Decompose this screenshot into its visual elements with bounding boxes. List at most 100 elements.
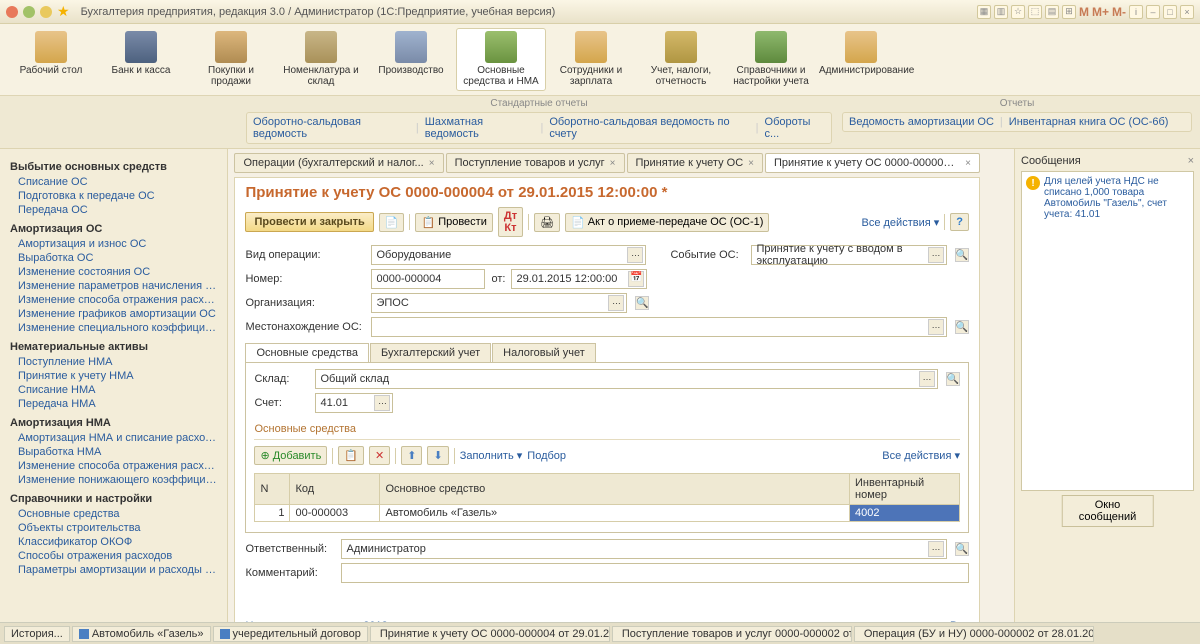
zoom-icon[interactable]: 🔍 bbox=[955, 320, 969, 334]
sb-item[interactable]: Изменение графиков амортизации ОС bbox=[10, 307, 217, 321]
history-button[interactable]: История... bbox=[4, 626, 70, 642]
sb-item[interactable]: Выработка ОС bbox=[10, 251, 217, 265]
copy-button[interactable]: 📋 bbox=[338, 446, 364, 465]
sb-item[interactable]: Амортизация НМА и списание расход... bbox=[10, 431, 217, 445]
max-dot-icon[interactable] bbox=[40, 6, 52, 18]
sb-item-1[interactable]: Автомобиль «Газель» bbox=[72, 626, 211, 642]
ribbon-bank[interactable]: Банк и касса bbox=[96, 28, 186, 91]
close-dot-icon[interactable] bbox=[6, 6, 18, 18]
all-actions-link-2[interactable]: Все действия ▾ bbox=[882, 449, 960, 462]
dots-icon[interactable]: … bbox=[608, 295, 624, 311]
ribbon-purchases[interactable]: Покупки и продажи bbox=[186, 28, 276, 91]
ribbon-admin[interactable]: Администрирование bbox=[816, 28, 906, 91]
zoom-icon[interactable]: 🔍 bbox=[946, 372, 960, 386]
help-button[interactable]: ? bbox=[950, 213, 969, 231]
print-button[interactable]: 🖨 bbox=[534, 213, 560, 232]
zoom-icon[interactable]: 🔍 bbox=[635, 296, 649, 310]
sb-item[interactable]: Подготовка к передаче ОС bbox=[10, 189, 217, 203]
os-grid[interactable]: N Код Основное средство Инвентарный номе… bbox=[254, 473, 960, 522]
sb-item[interactable]: Списание ОС bbox=[10, 175, 217, 189]
col-os[interactable]: Основное средство bbox=[380, 474, 850, 505]
report-osv[interactable]: Оборотно-сальдовая ведомость bbox=[253, 116, 410, 140]
input-org[interactable]: ЭПОС… bbox=[371, 293, 627, 313]
messages-close-icon[interactable]: × bbox=[1188, 155, 1194, 167]
sb-item[interactable]: Поступление НМА bbox=[10, 355, 217, 369]
dots-icon[interactable]: … bbox=[374, 395, 390, 411]
sb-item[interactable]: Основные средства bbox=[10, 507, 217, 521]
post-button[interactable]: 📋 Провести bbox=[415, 213, 492, 232]
sb-item[interactable]: Принятие к учету НМА bbox=[10, 369, 217, 383]
tb-icon-4[interactable]: ⬚ bbox=[1028, 5, 1042, 19]
report-osv-account[interactable]: Оборотно-сальдовая ведомость по счету bbox=[549, 116, 749, 140]
ribbon-tax[interactable]: Учет, налоги, отчетность bbox=[636, 28, 726, 91]
star-icon[interactable]: ★ bbox=[57, 3, 70, 20]
input-date[interactable]: 29.01.2015 12:00:00📅 bbox=[511, 269, 647, 289]
sb-item[interactable]: Выработка НМА bbox=[10, 445, 217, 459]
dots-icon[interactable]: … bbox=[928, 319, 944, 335]
sb-item[interactable]: Амортизация и износ ОС bbox=[10, 237, 217, 251]
akt-button[interactable]: 📄 Акт о приеме-передаче ОС (ОС-1) bbox=[565, 213, 769, 232]
tb-icon-2[interactable]: ▥ bbox=[994, 5, 1008, 19]
tb-icon-1[interactable]: ▦ bbox=[977, 5, 991, 19]
delete-button[interactable]: ✕ bbox=[369, 446, 390, 465]
sb-item[interactable]: Изменение специального коэффициент... bbox=[10, 321, 217, 335]
sb-item[interactable]: Изменение параметров начисления ам... bbox=[10, 279, 217, 293]
sb-item[interactable]: Объекты строительства bbox=[10, 521, 217, 535]
save-button[interactable]: 📄 bbox=[379, 213, 405, 232]
ribbon-hr[interactable]: Сотрудники и зарплата bbox=[546, 28, 636, 91]
tab-asset-accept[interactable]: Принятие к учету ОС× bbox=[627, 153, 763, 173]
info-icon[interactable]: i bbox=[1129, 5, 1143, 19]
sb-item[interactable]: Изменение способа отражения расход... bbox=[10, 459, 217, 473]
input-nomer[interactable]: 0000-000004 bbox=[371, 269, 485, 289]
tb-icon-3[interactable]: ☆ bbox=[1011, 5, 1025, 19]
tb-icon-5[interactable]: ▤ bbox=[1045, 5, 1059, 19]
sb-item[interactable]: Передача НМА bbox=[10, 397, 217, 411]
sb-item[interactable]: Изменение способа отражения расход... bbox=[10, 293, 217, 307]
add-button[interactable]: ⊕ Добавить bbox=[254, 446, 327, 465]
ribbon-inventory[interactable]: Номенклатура и склад bbox=[276, 28, 366, 91]
min-dot-icon[interactable] bbox=[23, 6, 35, 18]
sb-item[interactable]: Списание НМА bbox=[10, 383, 217, 397]
zoom-icon[interactable]: 🔍 bbox=[955, 248, 969, 262]
col-n[interactable]: N bbox=[255, 474, 290, 505]
tab-operations[interactable]: Операции (бухгалтерский и налог...× bbox=[234, 153, 443, 173]
report-turnover[interactable]: Обороты с... bbox=[765, 116, 825, 140]
ribbon-settings[interactable]: Справочники и настройки учета bbox=[726, 28, 816, 91]
tab-asset-doc[interactable]: Принятие к учету ОС 0000-000004 ...× bbox=[765, 153, 980, 173]
dots-icon[interactable]: … bbox=[919, 371, 935, 387]
sb-item[interactable]: Изменение состояния ОС bbox=[10, 265, 217, 279]
subtab-os[interactable]: Основные средства bbox=[245, 343, 369, 362]
subtab-nalog[interactable]: Налоговый учет bbox=[492, 343, 596, 362]
mplus-btn[interactable]: M+ bbox=[1092, 5, 1109, 19]
mminus-btn[interactable]: M- bbox=[1112, 5, 1126, 19]
min-icon[interactable]: – bbox=[1146, 5, 1160, 19]
input-mesto[interactable]: … bbox=[371, 317, 947, 337]
podbor-link[interactable]: Подбор bbox=[527, 450, 566, 462]
tab-receipt[interactable]: Поступление товаров и услуг× bbox=[446, 153, 625, 173]
dots-icon[interactable]: … bbox=[627, 247, 643, 263]
tab-close-icon[interactable]: × bbox=[748, 158, 754, 169]
up-button[interactable]: ⬆ bbox=[401, 446, 422, 465]
sb-item[interactable]: Параметры амортизации и расходы на ... bbox=[10, 563, 217, 577]
subtab-buh[interactable]: Бухгалтерский учет bbox=[370, 343, 491, 362]
tab-close-icon[interactable]: × bbox=[965, 158, 971, 169]
sb-item-2[interactable]: учередительный договор bbox=[213, 626, 368, 642]
sb-item[interactable]: Классификатор ОКОФ bbox=[10, 535, 217, 549]
col-inv[interactable]: Инвентарный номер bbox=[850, 474, 960, 505]
down-button[interactable]: ⬇ bbox=[427, 446, 448, 465]
zoom-icon[interactable]: 🔍 bbox=[955, 542, 969, 556]
grid-row[interactable]: 1 00-000003 Автомобиль «Газель» 4002 bbox=[255, 505, 960, 522]
messages-list[interactable]: ! Для целей учета НДС не списано 1,000 т… bbox=[1021, 171, 1194, 491]
ribbon-desktop[interactable]: Рабочий стол bbox=[6, 28, 96, 91]
sb-item-5[interactable]: Операция (БУ и НУ) 0000-000002 от 28.01.… bbox=[854, 626, 1094, 642]
sb-item[interactable]: Передача ОС bbox=[10, 203, 217, 217]
input-vid[interactable]: Оборудование… bbox=[371, 245, 646, 265]
all-actions-link[interactable]: Все действия ▾ bbox=[862, 216, 940, 229]
calc-icon[interactable]: ⊞ bbox=[1062, 5, 1076, 19]
fill-link[interactable]: Заполнить ▾ bbox=[460, 449, 523, 462]
tab-close-icon[interactable]: × bbox=[429, 158, 435, 169]
report-inventory[interactable]: Инвентарная книга ОС (ОС-6б) bbox=[1009, 116, 1169, 128]
dt-kt-button[interactable]: ДтКт bbox=[498, 207, 523, 237]
ribbon-assets[interactable]: Основные средства и НМА bbox=[456, 28, 546, 91]
col-kod[interactable]: Код bbox=[290, 474, 380, 505]
